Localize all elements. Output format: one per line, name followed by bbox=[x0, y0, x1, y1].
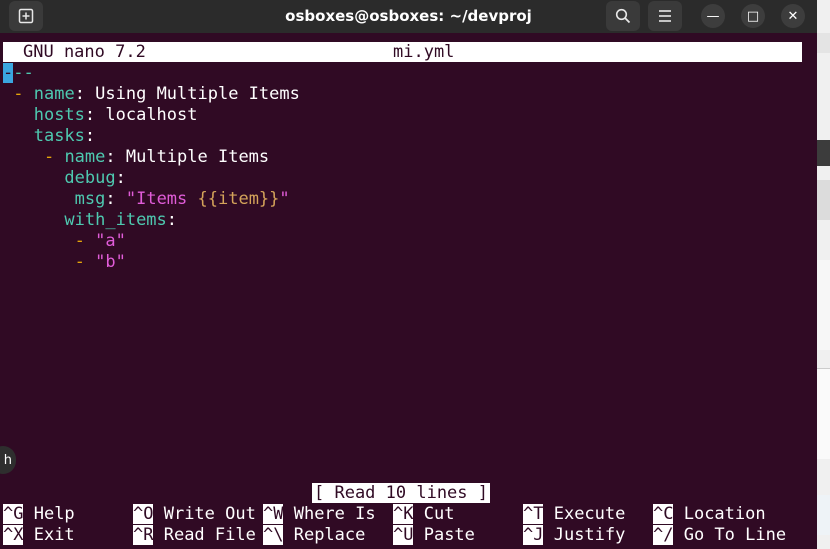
minimize-icon: — bbox=[706, 8, 720, 24]
maximize-icon: □ bbox=[746, 8, 760, 24]
background-window-edge bbox=[817, 0, 830, 549]
status-message: [ Read 10 lines ] bbox=[312, 483, 490, 503]
shortcut-read-file[interactable]: ^R Read File bbox=[133, 525, 256, 546]
close-button[interactable]: ✕ bbox=[781, 4, 805, 28]
nano-header-bar: GNU nano 7.2 mi.yml bbox=[3, 42, 802, 62]
editor-line: tasks: bbox=[33, 126, 96, 146]
nano-version: GNU nano 7.2 bbox=[23, 42, 146, 62]
shortcut-go-to-line[interactable]: ^/ Go To Line bbox=[653, 525, 786, 546]
terminal-window: osboxes@osboxes: ~/devproj — □ ✕ GNU nan… bbox=[0, 0, 817, 549]
editor-line: hosts: localhost bbox=[33, 105, 198, 125]
hamburger-menu-icon bbox=[659, 10, 671, 22]
editor-line: msg: "Items {{item}}" bbox=[74, 189, 290, 209]
shortcut-help[interactable]: ^G Help bbox=[3, 504, 75, 525]
shortcut-paste[interactable]: ^U Paste bbox=[393, 525, 475, 546]
editor-line: - name: Multiple Items bbox=[43, 147, 270, 167]
shortcut-execute[interactable]: ^T Execute bbox=[523, 504, 625, 525]
menu-button[interactable] bbox=[648, 1, 682, 31]
title-bar: osboxes@osboxes: ~/devproj — □ ✕ bbox=[0, 0, 817, 33]
shortcut-location[interactable]: ^C Location bbox=[653, 504, 766, 525]
shortcut-write-out[interactable]: ^O Write Out bbox=[133, 504, 256, 525]
shortcut-replace[interactable]: ^\ Replace bbox=[263, 525, 365, 546]
minimize-button[interactable]: — bbox=[701, 4, 725, 28]
editor-line: - "a" bbox=[74, 231, 126, 251]
editor-line: - name: Using Multiple Items bbox=[13, 84, 300, 104]
search-icon bbox=[615, 8, 631, 24]
maximize-button[interactable]: □ bbox=[741, 4, 765, 28]
terminal-area[interactable]: GNU nano 7.2 mi.yml --- - name: Using Mu… bbox=[0, 33, 817, 549]
editor-line: debug: bbox=[64, 168, 126, 188]
window-title: osboxes@osboxes: ~/devproj bbox=[285, 7, 532, 25]
editor-line: - "b" bbox=[74, 252, 126, 272]
shortcut-justify[interactable]: ^J Justify bbox=[523, 525, 625, 546]
file-name: mi.yml bbox=[393, 42, 455, 62]
search-button[interactable] bbox=[606, 1, 640, 31]
text-cursor: - bbox=[3, 63, 14, 83]
shortcut-cut[interactable]: ^K Cut bbox=[393, 504, 454, 525]
shortcut-where-is[interactable]: ^W Where Is bbox=[263, 504, 376, 525]
editor-line: --- bbox=[3, 63, 34, 83]
close-icon: ✕ bbox=[787, 8, 799, 24]
editor-line: with_items: bbox=[64, 210, 178, 230]
shortcut-exit[interactable]: ^X Exit bbox=[3, 525, 75, 546]
